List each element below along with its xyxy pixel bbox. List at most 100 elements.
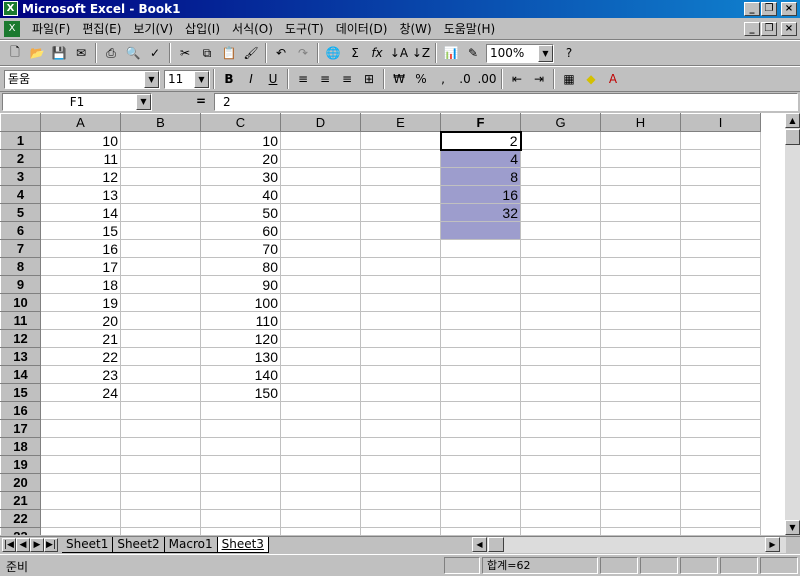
spelling-icon[interactable]: ✓ (144, 42, 166, 64)
cell-G[interactable] (520, 491, 601, 510)
cell-F[interactable] (440, 347, 521, 366)
scroll-right-icon[interactable]: ▶ (765, 537, 780, 552)
vertical-scrollbar[interactable]: ▲ ▼ (785, 113, 800, 535)
cell-I[interactable] (680, 221, 761, 240)
menu-item[interactable]: 편집(E) (76, 21, 127, 37)
worksheet-grid[interactable]: ABCDEFGHI 1 10 10 2 2 11 20 4 3 12 30 8 4 13 40 16 5 14 50… (0, 113, 785, 535)
cell-A[interactable] (40, 491, 121, 510)
column-header[interactable]: I (680, 113, 761, 132)
cell-D[interactable] (280, 293, 361, 312)
menu-item[interactable]: 창(W) (393, 21, 437, 37)
cell-H[interactable] (600, 455, 681, 474)
cell-B[interactable] (120, 131, 201, 150)
cell-F[interactable] (440, 491, 521, 510)
cell-C[interactable] (200, 491, 281, 510)
font-color-icon[interactable]: A (602, 68, 624, 90)
cell-F[interactable] (440, 509, 521, 528)
column-header[interactable]: A (40, 113, 121, 132)
name-box[interactable]: F1 ▼ (2, 93, 152, 111)
cell-E[interactable] (360, 275, 441, 294)
cell-B[interactable] (120, 527, 201, 535)
cell-G[interactable] (520, 509, 601, 528)
cell-E[interactable] (360, 329, 441, 348)
row-header[interactable]: 3 (0, 167, 41, 186)
cell-C[interactable]: 90 (200, 275, 281, 294)
cell-E[interactable] (360, 311, 441, 330)
cell-A[interactable]: 21 (40, 329, 121, 348)
cell-B[interactable] (120, 455, 201, 474)
cell-A[interactable]: 17 (40, 257, 121, 276)
minimize-button[interactable]: _ (744, 2, 760, 16)
cell-G[interactable] (520, 419, 601, 438)
chart-wizard-icon[interactable]: 📊 (440, 42, 462, 64)
menu-item[interactable]: 데이터(D) (330, 21, 394, 37)
cell-C[interactable] (200, 473, 281, 492)
decrease-indent-icon[interactable]: ⇤ (506, 68, 528, 90)
next-sheet-icon[interactable]: ▶ (30, 538, 44, 552)
cell-F[interactable]: 4 (440, 149, 521, 168)
formula-equals[interactable]: = (196, 94, 206, 108)
cell-C[interactable] (200, 437, 281, 456)
column-header[interactable]: C (200, 113, 281, 132)
cell-I[interactable] (680, 293, 761, 312)
cell-I[interactable] (680, 473, 761, 492)
cell-D[interactable] (280, 275, 361, 294)
row-header[interactable]: 13 (0, 347, 41, 366)
cell-E[interactable] (360, 149, 441, 168)
cell-E[interactable] (360, 131, 441, 150)
sheet-tab[interactable]: Sheet3 (217, 537, 269, 553)
cell-D[interactable] (280, 401, 361, 420)
cell-H[interactable] (600, 149, 681, 168)
cell-A[interactable]: 10 (40, 131, 121, 150)
cell-B[interactable] (120, 185, 201, 204)
cell-I[interactable] (680, 383, 761, 402)
cell-A[interactable]: 15 (40, 221, 121, 240)
column-header[interactable]: B (120, 113, 201, 132)
cell-F[interactable] (440, 275, 521, 294)
row-header[interactable]: 15 (0, 383, 41, 402)
cell-G[interactable] (520, 221, 601, 240)
cell-C[interactable]: 60 (200, 221, 281, 240)
cell-H[interactable] (600, 437, 681, 456)
column-header[interactable]: E (360, 113, 441, 132)
cell-A[interactable]: 20 (40, 311, 121, 330)
cell-B[interactable] (120, 419, 201, 438)
chevron-down-icon[interactable]: ▼ (194, 70, 209, 88)
cell-E[interactable] (360, 167, 441, 186)
cell-B[interactable] (120, 221, 201, 240)
vertical-scroll-thumb[interactable] (785, 129, 800, 145)
font-select[interactable]: 돋움 ▼ (4, 69, 160, 89)
cell-H[interactable] (600, 311, 681, 330)
cell-I[interactable] (680, 455, 761, 474)
currency-icon[interactable]: ₩ (388, 68, 410, 90)
save-icon[interactable]: 💾 (48, 42, 70, 64)
cell-G[interactable] (520, 275, 601, 294)
cell-H[interactable] (600, 131, 681, 150)
row-header[interactable]: 4 (0, 185, 41, 204)
cell-G[interactable] (520, 527, 601, 535)
hyperlink-icon[interactable]: 🌐 (322, 42, 344, 64)
scroll-left-icon[interactable]: ◀ (472, 537, 487, 552)
cell-B[interactable] (120, 203, 201, 222)
cell-B[interactable] (120, 275, 201, 294)
cell-E[interactable] (360, 383, 441, 402)
cell-A[interactable] (40, 419, 121, 438)
cell-C[interactable] (200, 455, 281, 474)
cell-A[interactable] (40, 401, 121, 420)
row-header[interactable]: 17 (0, 419, 41, 438)
cell-B[interactable] (120, 293, 201, 312)
cell-D[interactable] (280, 473, 361, 492)
cell-G[interactable] (520, 311, 601, 330)
cell-G[interactable] (520, 473, 601, 492)
cell-F[interactable] (440, 455, 521, 474)
cell-G[interactable] (520, 203, 601, 222)
cell-F[interactable] (440, 473, 521, 492)
sort-ascending-icon[interactable]: ↓A (388, 42, 410, 64)
cell-A[interactable]: 22 (40, 347, 121, 366)
cell-D[interactable] (280, 419, 361, 438)
column-header[interactable]: D (280, 113, 361, 132)
underline-icon[interactable]: U (262, 68, 284, 90)
cell-E[interactable] (360, 527, 441, 535)
cell-G[interactable] (520, 347, 601, 366)
cell-C[interactable] (200, 509, 281, 528)
